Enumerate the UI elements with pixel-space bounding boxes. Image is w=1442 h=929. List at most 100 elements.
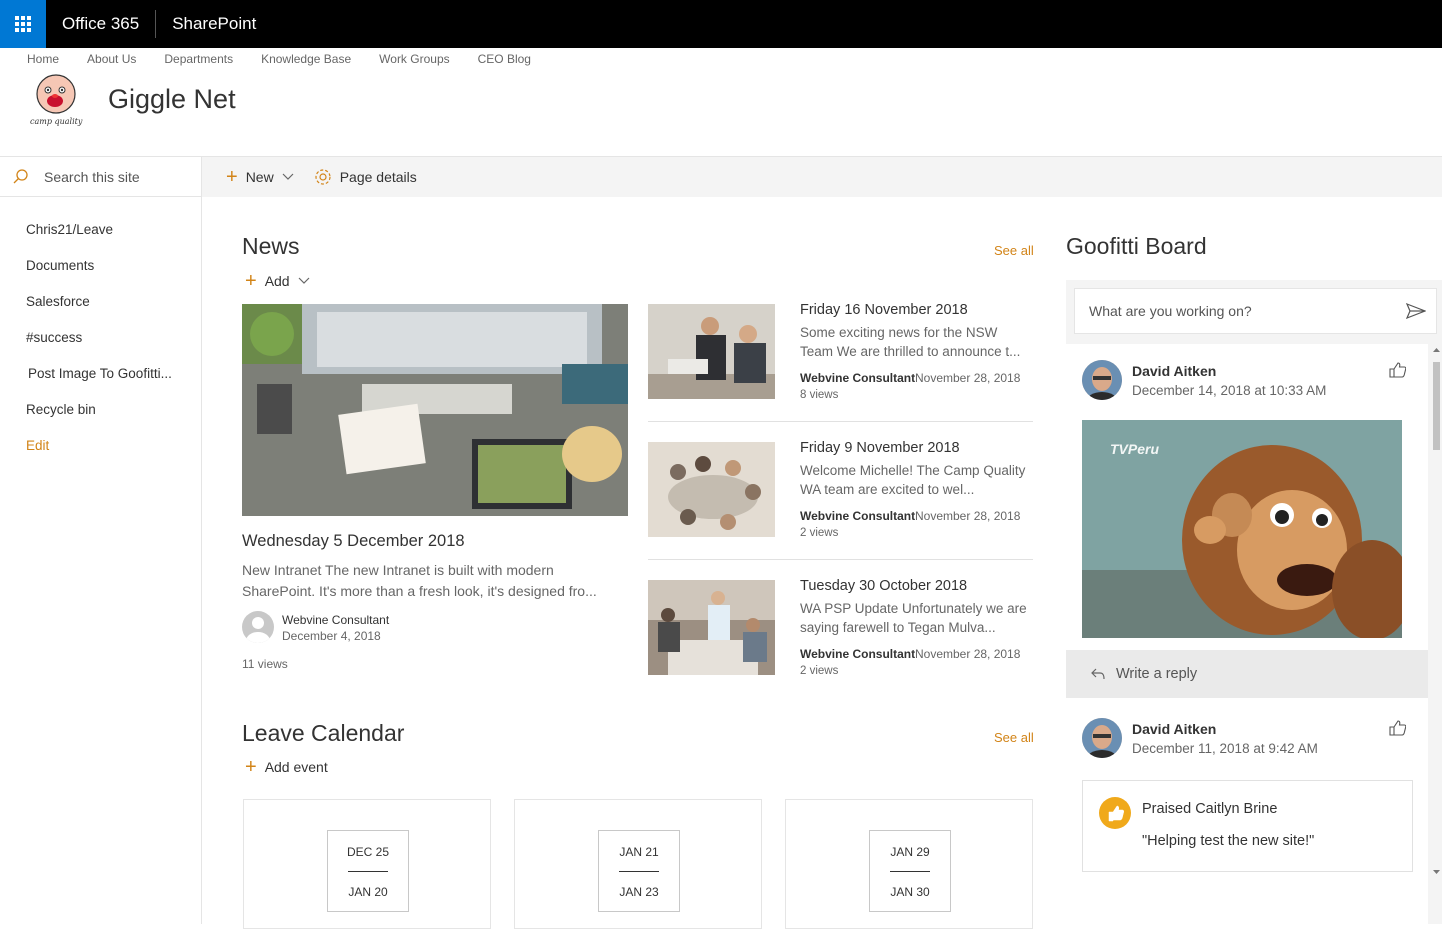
event-start-date: JAN 21 bbox=[619, 845, 659, 859]
divider bbox=[648, 421, 1033, 422]
write-reply-button[interactable]: Write a reply bbox=[1066, 650, 1428, 698]
scroll-down-icon[interactable] bbox=[1431, 868, 1442, 876]
post-image[interactable]: TVPeru bbox=[1082, 420, 1402, 638]
topnav-work-groups[interactable]: Work Groups bbox=[379, 52, 449, 66]
leftnav-edit-link[interactable]: Edit bbox=[0, 433, 201, 469]
leftnav-success[interactable]: #success bbox=[0, 325, 201, 361]
leftnav-salesforce[interactable]: Salesforce bbox=[0, 289, 201, 325]
event-date-box: JAN 29 JAN 30 bbox=[869, 830, 951, 912]
sharepoint-link[interactable]: SharePoint bbox=[156, 14, 272, 34]
suite-bar: Office 365 SharePoint bbox=[0, 0, 1442, 48]
topnav-knowledge-base[interactable]: Knowledge Base bbox=[261, 52, 351, 66]
avatar[interactable] bbox=[1082, 360, 1122, 400]
praise-title: Praised Caitlyn Brine bbox=[1142, 801, 1278, 817]
news-heading: News bbox=[242, 233, 300, 259]
plus-icon: + bbox=[245, 270, 257, 292]
event-card[interactable]: JAN 29 JAN 30 bbox=[785, 799, 1033, 929]
leftnav-documents[interactable]: Documents bbox=[0, 253, 201, 289]
hero-news-date: December 4, 2018 bbox=[282, 629, 381, 643]
news-item-date: November 28, 2018 bbox=[915, 371, 1021, 385]
avatar bbox=[242, 611, 274, 643]
hero-news-image[interactable] bbox=[242, 304, 628, 516]
top-navigation: Home About Us Departments Knowledge Base… bbox=[27, 52, 531, 66]
praise-quote: "Helping test the new site!" bbox=[1142, 833, 1315, 849]
news-add-button[interactable]: + Add bbox=[245, 271, 310, 291]
divider bbox=[648, 559, 1033, 560]
news-item-date: November 28, 2018 bbox=[915, 509, 1021, 523]
goofitti-heading: Goofitti Board bbox=[1066, 233, 1207, 259]
topnav-ceo-blog[interactable]: CEO Blog bbox=[478, 52, 531, 66]
hero-news-description: New Intranet The new Intranet is built w… bbox=[242, 562, 597, 599]
news-item-views: 2 views bbox=[800, 527, 839, 539]
news-item[interactable]: Friday 16 November 2018 Some exciting ne… bbox=[648, 302, 1033, 434]
divider bbox=[348, 871, 388, 872]
topnav-about-us[interactable]: About Us bbox=[87, 52, 136, 66]
page-details-button[interactable]: Page details bbox=[314, 168, 417, 186]
event-end-date: JAN 30 bbox=[890, 885, 930, 899]
topnav-home[interactable]: Home bbox=[27, 52, 59, 66]
goofitti-scrollbar[interactable] bbox=[1431, 346, 1442, 876]
news-thumbnail[interactable] bbox=[648, 304, 775, 399]
post-author[interactable]: David Aitken bbox=[1132, 363, 1216, 379]
leftnav-recycle-bin[interactable]: Recycle bin bbox=[0, 397, 201, 433]
news-add-label: Add bbox=[264, 273, 290, 289]
news-item-description: Welcome Michelle! The Camp Quality WA te… bbox=[800, 463, 1026, 497]
command-bar: + New Page details bbox=[202, 156, 1442, 197]
like-icon[interactable] bbox=[1388, 720, 1406, 736]
news-thumbnail[interactable] bbox=[648, 442, 775, 537]
news-item-description: Some exciting news for the NSW Team We a… bbox=[800, 325, 1021, 359]
post-author[interactable]: David Aitken bbox=[1132, 721, 1216, 737]
calendar-see-all-link[interactable]: See all bbox=[994, 730, 1034, 745]
hero-news-views: 11 views bbox=[242, 657, 288, 671]
divider bbox=[890, 871, 930, 872]
goofitti-board: What are you working on? David Aitken De… bbox=[1066, 280, 1442, 924]
site-title[interactable]: Giggle Net bbox=[108, 84, 236, 115]
event-card[interactable]: DEC 25 JAN 20 bbox=[243, 799, 491, 929]
news-item-date: November 28, 2018 bbox=[915, 647, 1021, 661]
office365-link[interactable]: Office 365 bbox=[46, 14, 155, 34]
new-button[interactable]: + New bbox=[226, 167, 294, 187]
topnav-departments[interactable]: Departments bbox=[164, 52, 233, 66]
app-launcher-icon[interactable] bbox=[0, 0, 46, 48]
news-item-author[interactable]: Webvine Consultant bbox=[800, 647, 915, 661]
chevron-down-icon bbox=[282, 173, 294, 180]
site-logo[interactable]: camp quality bbox=[28, 72, 88, 132]
news-item-views: 2 views bbox=[800, 665, 839, 677]
hero-news-title[interactable]: Wednesday 5 December 2018 bbox=[242, 532, 465, 551]
site-search[interactable]: Search this site bbox=[0, 156, 201, 197]
hero-news-author[interactable]: Webvine Consultant bbox=[282, 613, 389, 627]
plus-icon: + bbox=[245, 756, 257, 778]
leftnav-post-image[interactable]: Post Image To Goofitti... bbox=[0, 361, 201, 397]
image-watermark: TVPeru bbox=[1110, 441, 1159, 457]
new-label: New bbox=[245, 169, 274, 185]
logo-text: camp quality bbox=[30, 117, 83, 126]
news-item-author[interactable]: Webvine Consultant bbox=[800, 509, 915, 523]
news-thumbnail[interactable] bbox=[648, 580, 775, 675]
compose-placeholder: What are you working on? bbox=[1089, 303, 1252, 319]
compose-input[interactable]: What are you working on? bbox=[1074, 288, 1437, 334]
leave-calendar-heading: Leave Calendar bbox=[242, 720, 405, 746]
search-input[interactable]: Search this site bbox=[44, 169, 140, 185]
avatar[interactable] bbox=[1082, 718, 1122, 758]
news-item-views: 8 views bbox=[800, 389, 839, 401]
search-icon bbox=[13, 168, 28, 183]
news-item[interactable]: Tuesday 30 October 2018 WA PSP Update Un… bbox=[648, 578, 1033, 710]
add-event-label: Add event bbox=[264, 759, 328, 775]
reply-icon bbox=[1091, 668, 1105, 680]
send-icon[interactable] bbox=[1406, 302, 1426, 320]
news-item[interactable]: Friday 9 November 2018 Welcome Michelle!… bbox=[648, 440, 1033, 572]
thumbs-up-icon bbox=[1099, 797, 1131, 829]
event-start-date: JAN 29 bbox=[890, 845, 930, 859]
scrollbar-thumb[interactable] bbox=[1433, 362, 1440, 450]
like-icon[interactable] bbox=[1388, 362, 1406, 378]
leftnav-chris21-leave[interactable]: Chris21/Leave bbox=[0, 217, 201, 253]
page-details-label: Page details bbox=[339, 169, 417, 185]
add-event-button[interactable]: + Add event bbox=[245, 757, 328, 777]
news-item-title[interactable]: Friday 16 November 2018 bbox=[800, 302, 968, 318]
news-see-all-link[interactable]: See all bbox=[994, 243, 1034, 258]
news-item-title[interactable]: Friday 9 November 2018 bbox=[800, 440, 960, 456]
event-card[interactable]: JAN 21 JAN 23 bbox=[514, 799, 762, 929]
scroll-up-icon[interactable] bbox=[1431, 346, 1442, 354]
news-item-title[interactable]: Tuesday 30 October 2018 bbox=[800, 578, 967, 594]
news-item-author[interactable]: Webvine Consultant bbox=[800, 371, 915, 385]
